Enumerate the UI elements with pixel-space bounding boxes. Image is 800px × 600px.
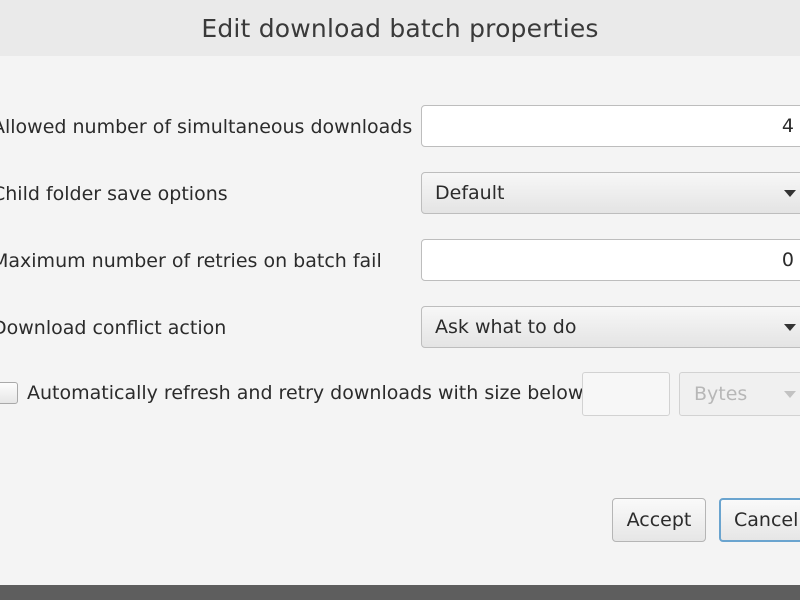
simultaneous-downloads-label: Allowed number of simultaneous downloads [0,116,413,138]
chevron-down-icon [784,324,796,331]
size-unit-value: Bytes [694,383,748,405]
conflict-action-value: Ask what to do [435,316,577,338]
accept-button[interactable]: Accept [612,498,706,542]
child-folder-options-label: Child folder save options [0,183,228,205]
child-folder-options-select[interactable]: Default [421,172,800,214]
chevron-down-icon [784,190,796,197]
window-frame-bottom [0,585,800,600]
size-unit-select[interactable]: Bytes [679,372,800,416]
dialog-title: Edit download batch properties [0,0,800,57]
size-threshold-input[interactable] [582,372,670,416]
max-retries-input[interactable]: 0 [421,239,800,281]
conflict-action-label: Download conflict action [0,317,227,339]
max-retries-label: Maximum number of retries on batch fail [0,250,382,272]
auto-refresh-label: Automatically refresh and retry download… [27,382,584,404]
auto-refresh-checkbox[interactable] [0,382,18,404]
child-folder-options-value: Default [435,182,505,204]
chevron-down-icon [784,391,796,398]
cancel-button[interactable]: Cancel [719,498,800,542]
simultaneous-downloads-input[interactable]: 4 [421,105,800,147]
conflict-action-select[interactable]: Ask what to do [421,306,800,348]
dialog-content: Allowed number of simultaneous downloads… [0,56,800,585]
